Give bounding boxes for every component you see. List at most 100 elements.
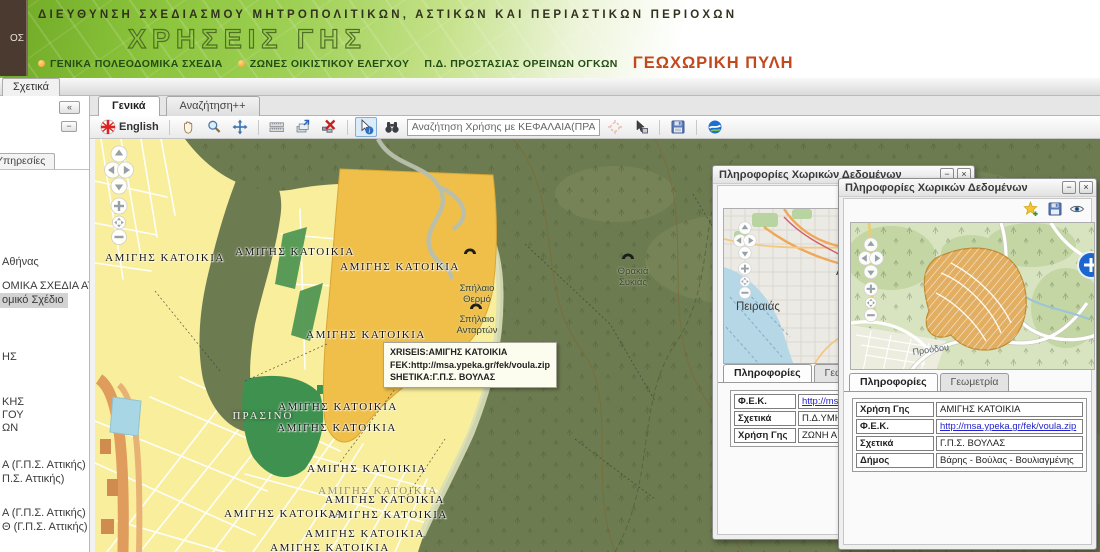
sidebar-minimize-button[interactable]: − — [61, 121, 77, 132]
sidebar-item[interactable]: ΩΝ — [2, 421, 18, 435]
language-label: English — [119, 121, 159, 133]
ruler-icon — [269, 119, 285, 135]
measure-area-button[interactable] — [292, 117, 314, 137]
attribute-row: Δήμος Βάρης - Βούλας - Βουλιαγμένης — [856, 453, 1083, 468]
delete-red-x-icon — [321, 119, 337, 135]
app-title: ΧΡΗΣΕΙΣ ΓΗΣ — [128, 24, 367, 55]
pointer-box-icon — [633, 119, 649, 135]
menu-item[interactable]: ΓΕΩΧΩΡΙΚΗ ΠΥΛΗ — [633, 54, 794, 73]
tab-general[interactable]: Γενικά — [98, 96, 160, 116]
clear-search-button[interactable] — [604, 117, 626, 137]
zoom-button[interactable] — [203, 117, 225, 137]
logo-text-fragment: ΟΣ — [10, 33, 24, 44]
find-button[interactable] — [381, 117, 403, 137]
clear-measure-button[interactable] — [318, 117, 340, 137]
minimap-label-piraeus: Πειραιάς — [736, 301, 780, 313]
tab-information[interactable]: Πληροφορίες — [723, 364, 812, 382]
attribute-value[interactable]: http://msa.ypeka.gr/fek/voula.zip — [936, 419, 1083, 434]
window-toolbar — [844, 199, 1091, 220]
crosshair-faint-icon — [607, 119, 623, 135]
tab-divider — [844, 391, 1091, 392]
bullet-icon — [238, 60, 245, 67]
close-button[interactable]: × — [1079, 181, 1093, 194]
attribute-row: Χρήση Γης ΑΜΙΓΗΣ ΚΑΤΟΙΚΙΑ — [856, 402, 1083, 417]
sidebar-item[interactable]: ΓΟΥ — [2, 408, 24, 422]
language-button[interactable]: English — [97, 117, 162, 137]
pan-button[interactable] — [177, 117, 199, 137]
main-tabs-row: Γενικά Αναζήτηση++ — [90, 96, 1100, 116]
menu-item-label: ΓΕΩΧΩΡΙΚΗ ΠΥΛΗ — [633, 54, 794, 73]
attribute-key: Σχετικά — [734, 411, 796, 426]
sidebar: « − Υπηρεσίες Αθήνας ΟΜΙΚΑ ΣΧΕΔΙΑ ΑΤΤΙΚΗ… — [0, 96, 90, 552]
tab-search-plus[interactable]: Αναζήτηση++ — [166, 96, 260, 116]
toolbar-separator — [169, 120, 170, 135]
minimize-button[interactable]: − — [1062, 181, 1076, 194]
menu-item-label: Π.Δ. ΠΡΟΣΤΑΣΙΑΣ ΟΡΕΙΝΩΝ ΟΓΚΩΝ — [424, 58, 617, 70]
window-title[interactable]: Πληροφορίες Χωρικών Δεδομένων — [839, 179, 1096, 197]
pan-hand-icon — [180, 119, 196, 135]
sidebar-item[interactable]: ΚΗΣ — [2, 395, 24, 409]
save-floppy-icon[interactable] — [1047, 201, 1063, 217]
select-location-button[interactable] — [630, 117, 652, 137]
highlighted-parcel — [924, 248, 1026, 350]
sidebar-item[interactable]: Θ (Γ.Π.Σ. Αττικής) — [2, 520, 88, 534]
move-arrows-icon — [232, 119, 248, 135]
globe-icon — [707, 119, 723, 135]
attribute-value[interactable]: ΑΜΙΓΗΣ ΚΑΤΟΙΚΙΑ — [936, 402, 1083, 417]
google-earth-button[interactable] — [704, 117, 726, 137]
save-floppy-icon — [670, 119, 686, 135]
move-button[interactable] — [229, 117, 251, 137]
map-identify-tooltip: XRISEIS:ΑΜΙΓΗΣ ΚΑΤΟΙΚΙΑFEK:http://msa.yp… — [383, 342, 557, 388]
search-input[interactable] — [407, 119, 600, 136]
sidebar-item[interactable]: ΟΜΙΚΑ ΣΧΕΔΙΑ ΑΤΤΙΚΗ — [2, 279, 90, 293]
department-title: ΔΙΕΥΘΥΝΣΗ ΣΧΕΔΙΑΣΜΟΥ ΜΗΤΡΟΠΟΛΙΤΙΚΩΝ, ΑΣΤ… — [38, 9, 737, 21]
sidebar-item[interactable]: Αθήνας — [2, 255, 39, 269]
attribute-key: Φ.Ε.Κ. — [856, 419, 934, 434]
attribute-row: Φ.Ε.Κ. http://msa.ypeka.gr/fek/voula.zip — [856, 419, 1083, 434]
tab-information[interactable]: Πληροφορίες — [849, 373, 938, 391]
sidebar-item[interactable]: ομικό Σχέδιο — [0, 293, 68, 308]
toolbar-separator — [659, 120, 660, 135]
attribute-key: Χρήση Γης — [734, 428, 796, 443]
info-window-voula[interactable]: Πληροφορίες Χωρικών Δεδομένων − × — [838, 178, 1097, 550]
sidebar-item[interactable]: Α (Γ.Π.Σ. Αττικής) — [2, 458, 86, 472]
attributes-table: Χρήση Γης ΑΜΙΓΗΣ ΚΑΤΟΙΚΙΑ Φ.Ε.Κ. http://… — [852, 398, 1087, 472]
magnifier-icon — [206, 119, 222, 135]
tab-related[interactable]: Σχετικά — [2, 78, 60, 96]
sidebar-item[interactable]: Π.Σ. Αττικής) — [2, 472, 64, 486]
sidebar-collapse-button[interactable]: « — [59, 101, 80, 114]
menu-item[interactable]: Π.Δ. ΠΡΟΣΤΑΣΙΑΣ ΟΡΕΙΝΩΝ ΟΓΚΩΝ — [424, 58, 617, 70]
toolbar-separator — [258, 120, 259, 135]
binoculars-icon — [384, 119, 400, 135]
attribute-key: Δήμος — [856, 453, 934, 468]
attribute-value[interactable]: Βάρης - Βούλας - Βουλιαγμένης — [936, 453, 1083, 468]
toolbar-separator — [696, 120, 697, 135]
tab-geometry[interactable]: Γεωμετρία — [940, 373, 1010, 391]
sidebar-item[interactable]: ΗΣ — [2, 350, 17, 364]
cursor-info-icon: i — [358, 119, 374, 135]
menu-item-label: ΓΕΝΙΚΑ ΠΟΛΕΟΔΟΜΙΚΑ ΣΧΕΔΙΑ — [50, 58, 223, 70]
layers-arrow-icon — [295, 119, 311, 135]
voula-minimap-graphic: Προόδου — [851, 223, 1095, 370]
logo-block: ΟΣ — [0, 0, 28, 76]
menu-item-label: ΖΩΝΕΣ ΟΙΚΙΣΤΙΚΟΥ ΕΛΕΓΧΟΥ — [250, 58, 410, 70]
visibility-eye-icon[interactable] — [1069, 201, 1085, 217]
menu-item[interactable]: ΓΕΝΙΚΑ ΠΟΛΕΟΔΟΜΙΚΑ ΣΧΕΔΙΑ — [38, 58, 223, 70]
detail-minimap[interactable]: Προόδου — [850, 222, 1095, 370]
info-tabs: Πληροφορίες Γεωμετρία — [846, 373, 1009, 391]
add-favorite-star-icon[interactable] — [1023, 201, 1039, 217]
menu-item[interactable]: ΖΩΝΕΣ ΟΙΚΙΣΤΙΚΟΥ ΕΛΕΓΧΟΥ — [238, 58, 410, 70]
identify-button[interactable]: i — [355, 117, 377, 137]
attribute-key: Σχετικά — [856, 436, 934, 451]
tooltip-line: FEK:http://msa.ypeka.gr/fek/voula.zip — [390, 359, 550, 372]
measure-button[interactable] — [266, 117, 288, 137]
tab-services[interactable]: Υπηρεσίες — [0, 153, 55, 169]
attribute-value[interactable]: Γ.Π.Σ. ΒΟΥΛΑΣ — [936, 436, 1083, 451]
save-button[interactable] — [667, 117, 689, 137]
sidebar-item[interactable]: Α (Γ.Π.Σ. Αττικής) — [2, 506, 86, 520]
zoom-in-blue-button[interactable] — [1078, 252, 1095, 278]
attribute-key: Χρήση Γης — [856, 402, 934, 417]
tooltip-line: SHETIKA:Γ.Π.Σ. ΒΟΥΛΑΣ — [390, 371, 550, 384]
sidebar-divider — [0, 169, 89, 170]
top-menu: ΓΕΝΙΚΑ ΠΟΛΕΟΔΟΜΙΚΑ ΣΧΕΔΙΑ ΖΩΝΕΣ ΟΙΚΙΣΤΙΚ… — [38, 54, 794, 73]
